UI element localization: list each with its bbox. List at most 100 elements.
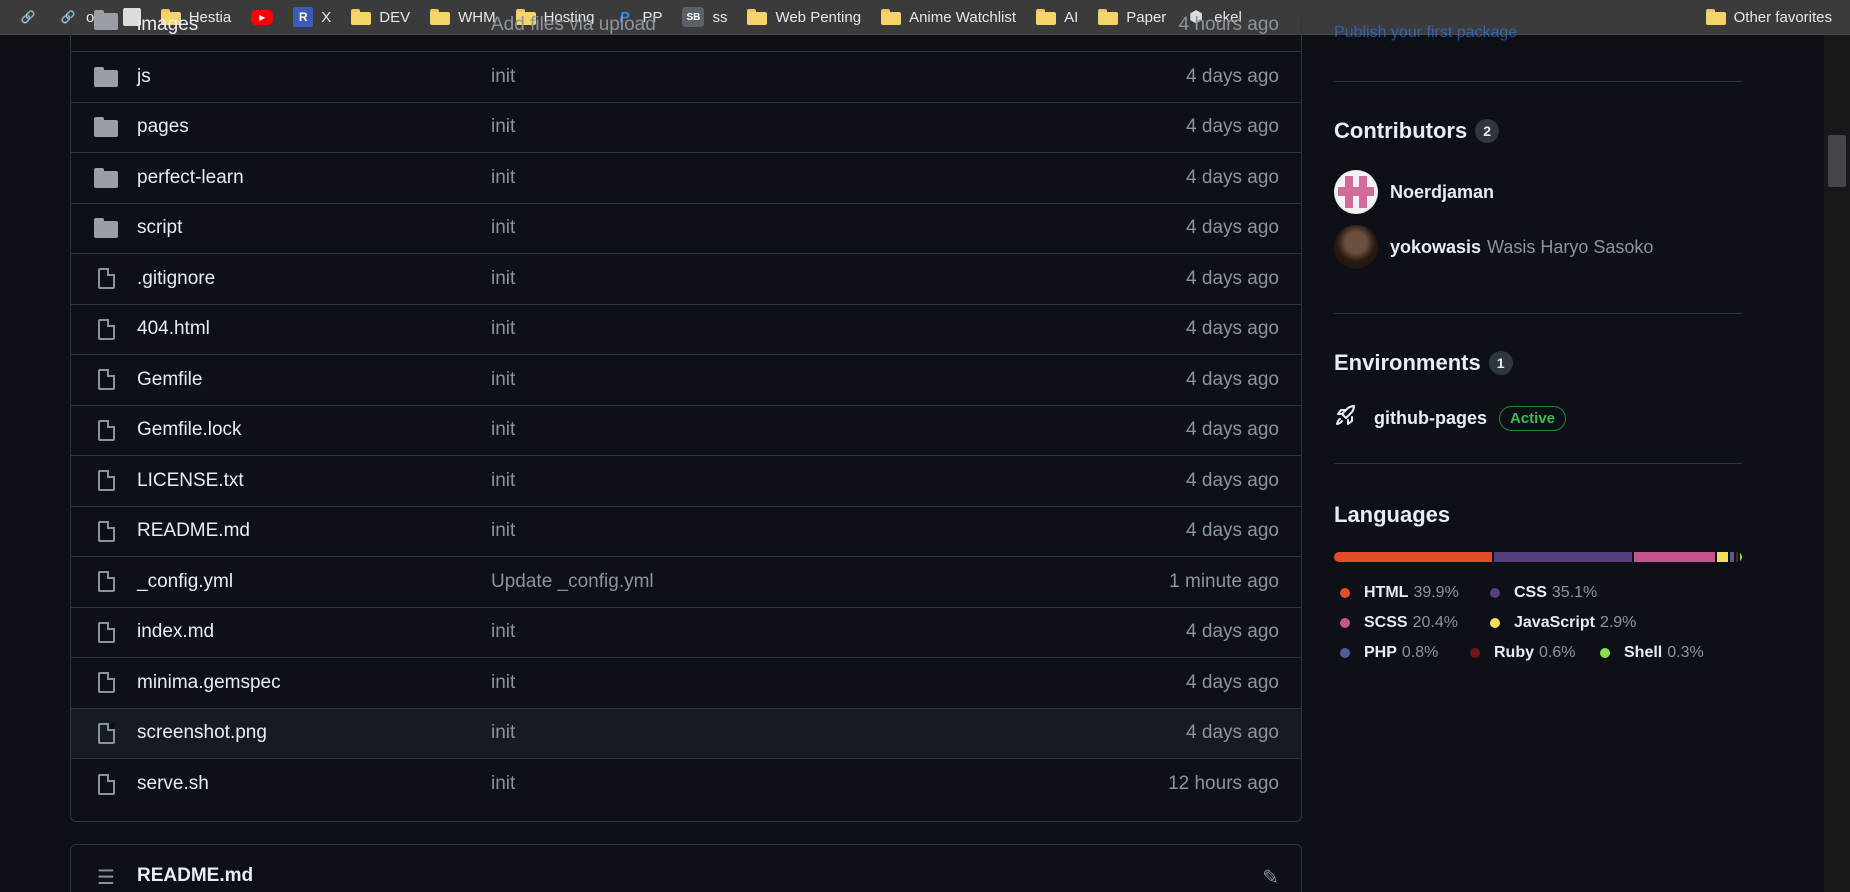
- file-icon: [71, 268, 137, 290]
- file-row[interactable]: _config.yml Update _config.yml 1 minute ag…: [71, 557, 1301, 608]
- folder-icon: [71, 66, 137, 87]
- commit-message-link[interactable]: init: [491, 773, 1081, 795]
- environments-title: Environments: [1334, 350, 1481, 375]
- language-percent: 35.1%: [1551, 584, 1598, 601]
- page-scrollbar[interactable]: [1824, 35, 1850, 892]
- language-item-css[interactable]: CSS 35.1%: [1490, 584, 1597, 602]
- scrollbar-thumb[interactable]: [1828, 135, 1846, 187]
- language-bar-segment[interactable]: [1334, 552, 1492, 562]
- file-row[interactable]: perfect-learn init 4 days ago: [71, 153, 1301, 204]
- divider: [1334, 313, 1742, 314]
- contributor-noerdjaman[interactable]: Noerdjaman: [1334, 170, 1494, 214]
- file-name-link[interactable]: Gemfile.lock: [137, 419, 491, 441]
- avatar[interactable]: [1334, 225, 1378, 269]
- language-item-ruby[interactable]: Ruby 0.6%: [1470, 644, 1575, 662]
- commit-message-link[interactable]: init: [491, 672, 1081, 694]
- language-bar-segment[interactable]: [1493, 552, 1633, 562]
- file-icon: [71, 773, 137, 795]
- languages-title: Languages: [1334, 502, 1451, 527]
- file-name-link[interactable]: script: [137, 217, 491, 239]
- language-bar-segment[interactable]: [1634, 552, 1715, 562]
- file-name-link[interactable]: pages: [137, 116, 491, 138]
- commit-message-link[interactable]: init: [491, 167, 1081, 189]
- file-row[interactable]: images Add files via upload 4 hours ago: [71, 10, 1301, 52]
- file-name-link[interactable]: perfect-learn: [137, 167, 491, 189]
- file-row[interactable]: 404.html init 4 days ago: [71, 305, 1301, 355]
- file-name-link[interactable]: README.md: [137, 520, 491, 542]
- environments-heading[interactable]: Environments 1: [1334, 350, 1513, 376]
- contributor-yokowasis[interactable]: yokowasis Wasis Haryo Sasoko: [1334, 225, 1653, 269]
- commit-time: 4 hours ago: [1178, 14, 1279, 35]
- language-bar-segment[interactable]: [1739, 552, 1742, 562]
- file-row[interactable]: Gemfile.lock init 4 days ago: [71, 406, 1301, 456]
- file-row[interactable]: README.md init 4 days ago: [71, 507, 1301, 557]
- bookmark-label: Other favorites: [1733, 8, 1832, 26]
- environments-count: 1: [1488, 351, 1513, 375]
- folder-icon: [71, 167, 137, 188]
- readme-title[interactable]: README.md: [137, 865, 253, 887]
- language-bar-segment[interactable]: [1730, 552, 1734, 562]
- commit-message-link[interactable]: init: [491, 369, 1081, 391]
- publish-package-link[interactable]: Publish your first package: [1334, 24, 1517, 42]
- commit-message-link[interactable]: init: [491, 419, 1081, 441]
- language-item-php[interactable]: PHP 0.8%: [1340, 644, 1438, 662]
- commit-message-link[interactable]: init: [491, 722, 1081, 744]
- commit-message-link[interactable]: init: [491, 66, 1081, 88]
- commit-message-link[interactable]: init: [491, 470, 1081, 492]
- file-row[interactable]: screenshot.png init 4 days ago: [71, 708, 1301, 759]
- rocket-icon: [1334, 404, 1358, 433]
- file-name-link[interactable]: minima.gemspec: [137, 672, 491, 694]
- language-item-javascript[interactable]: JavaScript 2.9%: [1490, 614, 1636, 632]
- commit-message-link[interactable]: Add files via upload: [491, 14, 1081, 36]
- file-row[interactable]: serve.sh init 12 hours ago: [71, 759, 1301, 810]
- environment-name[interactable]: github-pages: [1374, 408, 1487, 429]
- file-name-link[interactable]: LICENSE.txt: [137, 470, 491, 492]
- file-row[interactable]: index.md init 4 days ago: [71, 608, 1301, 658]
- file-row[interactable]: LICENSE.txt init 4 days ago: [71, 456, 1301, 507]
- file-row[interactable]: Gemfile init 4 days ago: [71, 355, 1301, 406]
- commit-message-link[interactable]: init: [491, 217, 1081, 239]
- file-row[interactable]: .gitignore init 4 days ago: [71, 254, 1301, 305]
- edit-pencil-icon[interactable]: ✎: [1262, 865, 1279, 890]
- commit-message-link[interactable]: init: [491, 268, 1081, 290]
- commit-message-link[interactable]: init: [491, 116, 1081, 138]
- language-name: JavaScript: [1514, 614, 1595, 631]
- language-item-scss[interactable]: SCSS 20.4%: [1340, 614, 1458, 632]
- language-bar-segment[interactable]: [1717, 552, 1729, 562]
- contributors-heading[interactable]: Contributors 2: [1334, 118, 1500, 144]
- file-row[interactable]: js init 4 days ago: [71, 52, 1301, 103]
- file-name-link[interactable]: screenshot.png: [137, 722, 491, 744]
- commit-time: 12 hours ago: [1168, 773, 1279, 795]
- file-row[interactable]: script init 4 days ago: [71, 204, 1301, 254]
- file-row[interactable]: minima.gemspec init 4 days ago: [71, 658, 1301, 709]
- commit-message-link[interactable]: init: [491, 621, 1081, 643]
- contributor-login[interactable]: Noerdjaman: [1390, 182, 1494, 203]
- bookmark-other-favorites[interactable]: Other favorites: [1696, 0, 1850, 35]
- file-name-link[interactable]: .gitignore: [137, 268, 491, 290]
- commit-message-link[interactable]: init: [491, 520, 1081, 542]
- avatar[interactable]: [1334, 170, 1378, 214]
- language-bar-segment[interactable]: [1735, 552, 1738, 562]
- language-item-shell[interactable]: Shell 0.3%: [1600, 644, 1704, 662]
- file-name-link[interactable]: serve.sh: [137, 773, 491, 795]
- file-name-link[interactable]: js: [137, 66, 491, 88]
- file-name-link[interactable]: _config.yml: [137, 571, 491, 593]
- commit-message-link[interactable]: init: [491, 318, 1081, 340]
- language-percent: 20.4%: [1412, 614, 1458, 631]
- outline-list-icon[interactable]: ☰: [71, 865, 137, 890]
- bookmark-link-1[interactable]: 🔗: [8, 0, 48, 35]
- file-name-link[interactable]: 404.html: [137, 318, 491, 340]
- commit-time: 4 days ago: [1186, 267, 1279, 289]
- file-icon: [71, 672, 137, 694]
- file-name-link[interactable]: index.md: [137, 621, 491, 643]
- file-name-link[interactable]: Gemfile: [137, 369, 491, 391]
- contributor-login[interactable]: yokowasis: [1390, 237, 1481, 258]
- language-name: PHP: [1364, 644, 1397, 661]
- file-name-link[interactable]: images: [137, 14, 491, 36]
- language-name: HTML: [1364, 584, 1409, 601]
- file-row[interactable]: pages init 4 days ago: [71, 103, 1301, 153]
- environment-github-pages[interactable]: github-pages Active: [1334, 404, 1567, 433]
- commit-message-link[interactable]: Update _config.yml: [491, 571, 1081, 593]
- language-item-html[interactable]: HTML 39.9%: [1340, 584, 1459, 602]
- language-color-dot: [1470, 648, 1480, 658]
